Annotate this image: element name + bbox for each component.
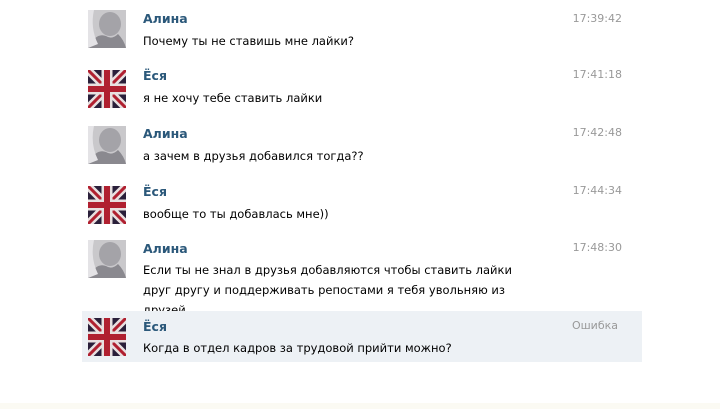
message-time: 17:44:34 (572, 184, 622, 197)
message-text: а зачем в друзья добавился тогда?? (143, 149, 364, 163)
message-item-error: Ёся Ошибка Когда в отдел кадров за трудо… (82, 311, 642, 362)
message-text: Когда в отдел кадров за трудовой прийти … (143, 341, 452, 355)
message-author[interactable]: Алина (143, 126, 188, 141)
message-text: я не хочу тебе ставить лайки (143, 91, 323, 105)
message-time: 17:39:42 (572, 12, 622, 25)
message-author[interactable]: Ёся (143, 68, 167, 83)
message-author[interactable]: Алина (143, 241, 188, 256)
message-time: 17:48:30 (572, 241, 622, 254)
message-item: Алина 17:39:42 Почему ты не ставишь мне … (82, 4, 642, 52)
bottom-strip (0, 403, 720, 409)
message-item: Ёся 17:41:18 я не хочу тебе ставить лайк… (82, 62, 642, 110)
message-item: Алина 17:42:48 а зачем в друзья добавилс… (82, 120, 642, 168)
alina-avatar[interactable] (88, 10, 126, 48)
message-time: 17:42:48 (572, 126, 622, 139)
alina-avatar[interactable] (88, 240, 126, 278)
message-item: Алина 17:48:30 Если ты не знал в друзья … (82, 236, 642, 317)
message-time: 17:41:18 (572, 68, 622, 81)
uk-flag-avatar[interactable] (88, 318, 126, 356)
message-error-status: Ошибка (571, 319, 618, 332)
message-item: Ёся 17:44:34 вообще то ты добавлась мне)… (82, 178, 642, 226)
message-author[interactable]: Ёся (143, 184, 167, 199)
message-author[interactable]: Алина (143, 11, 188, 26)
message-author[interactable]: Ёся (143, 319, 167, 334)
alina-avatar[interactable] (88, 126, 126, 164)
message-text: Почему ты не ставишь мне лайки? (143, 34, 354, 48)
uk-flag-avatar[interactable] (88, 186, 126, 224)
uk-flag-avatar[interactable] (88, 70, 126, 108)
message-text: вообще то ты добавлась мне)) (143, 207, 329, 221)
